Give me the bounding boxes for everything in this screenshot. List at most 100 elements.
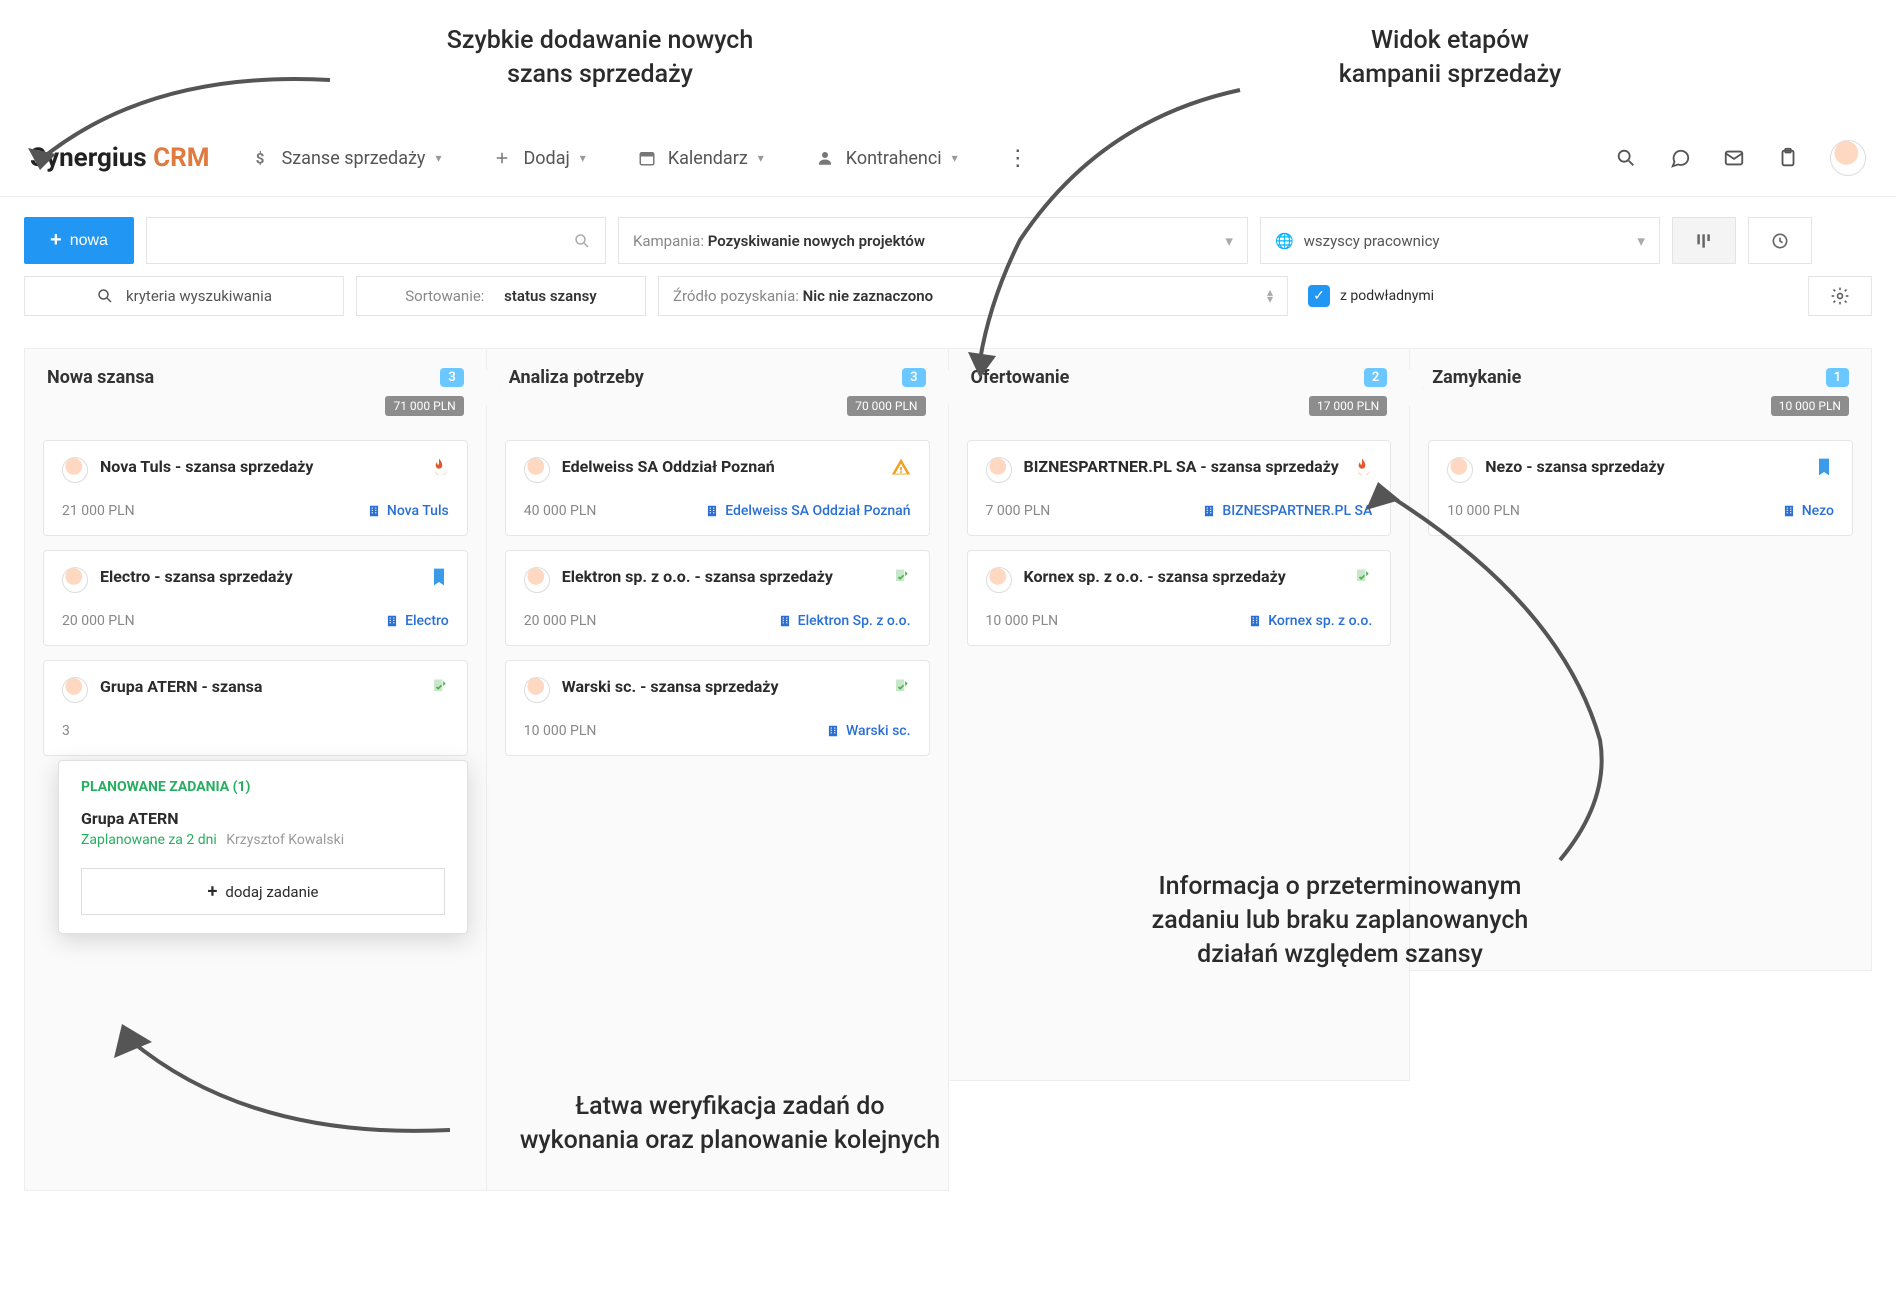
nav-label: Szanse sprzedaży [282, 148, 426, 169]
subordinates-checkbox[interactable]: ✓ z podwładnymi [1300, 276, 1442, 316]
opportunity-card[interactable]: Elektron sp. z o.o. - szansa sprzedaży 2… [505, 550, 930, 646]
popover-who: Krzysztof Kowalski [226, 832, 344, 848]
opportunity-card[interactable]: Warski sc. - szansa sprzedaży 10 000 PLN… [505, 660, 930, 756]
column-cards: Nova Tuls - szansa sprzedaży 21 000 PLN … [25, 426, 486, 770]
nav-calendar[interactable]: Kalendarz ▾ [636, 147, 764, 169]
fire-icon [429, 457, 449, 477]
fire-icon [1352, 457, 1372, 477]
column-header: Ofertowanie 2 17 000 PLN [949, 349, 1410, 426]
card-company-link[interactable]: BIZNESPARTNER.PL SA [1202, 503, 1372, 519]
card-value: 40 000 PLN [524, 503, 597, 519]
logo-suffix: CRM [153, 143, 209, 173]
popover-subtitle: Zaplanowane za 2 dni Krzysztof Kowalski [81, 832, 445, 848]
column-header: Zamykanie 1 10 000 PLN [1410, 349, 1871, 426]
opportunity-card[interactable]: Nova Tuls - szansa sprzedaży 21 000 PLN … [43, 440, 468, 536]
updown-icon: ▴▾ [1267, 289, 1273, 303]
clipboard-icon[interactable] [1776, 146, 1800, 170]
opportunity-card[interactable]: Grupa ATERN - szansa 3 [43, 660, 468, 756]
opportunity-card[interactable]: Kornex sp. z o.o. - szansa sprzedaży 10 … [967, 550, 1392, 646]
card-company-link[interactable]: Warski sc. [826, 723, 911, 739]
search-icon [573, 232, 591, 250]
column-cards: Nezo - szansa sprzedaży 10 000 PLN Nezo [1410, 426, 1871, 550]
card-value: 20 000 PLN [62, 613, 135, 629]
criteria-button[interactable]: kryteria wyszukiwania [24, 276, 344, 316]
card-company-link[interactable]: Nezo [1782, 503, 1834, 519]
card-title: BIZNESPARTNER.PL SA - szansa sprzedaży [1024, 457, 1341, 478]
chat-icon[interactable] [1668, 146, 1692, 170]
mail-icon[interactable] [1722, 146, 1746, 170]
logo-name: Synergius [30, 143, 147, 173]
card-value: 3 [62, 723, 70, 739]
card-company-link[interactable]: Kornex sp. z o.o. [1248, 613, 1372, 629]
card-title: Nova Tuls - szansa sprzedaży [100, 457, 417, 478]
card-value: 10 000 PLN [1447, 503, 1520, 519]
column-title: Zamykanie [1432, 367, 1521, 388]
more-menu[interactable]: ⋮ [1008, 143, 1028, 173]
card-value: 21 000 PLN [62, 503, 135, 519]
source-select[interactable]: Źródło pozyskania: Nic nie zaznaczono ▴▾ [658, 276, 1288, 316]
ok-icon [429, 677, 449, 697]
card-company-link[interactable]: Elektron Sp. z o.o. [778, 613, 911, 629]
card-value: 20 000 PLN [524, 613, 597, 629]
card-title: Elektron sp. z o.o. - szansa sprzedaży [562, 567, 879, 588]
card-title: Kornex sp. z o.o. - szansa sprzedaży [1024, 567, 1341, 588]
main-nav: $ Szanse sprzedaży ▾ Dodaj ▾ Kalendarz ▾… [250, 143, 1574, 173]
card-title: Nezo - szansa sprzedaży [1485, 457, 1802, 478]
search-icon[interactable] [1614, 146, 1638, 170]
opportunity-card[interactable]: Edelweiss SA Oddział Poznań 40 000 PLN E… [505, 440, 930, 536]
history-view-button[interactable] [1748, 217, 1812, 264]
employee-select[interactable]: 🌐wszyscy pracownicy ▾ [1260, 217, 1660, 264]
card-avatar [524, 567, 550, 593]
kanban-column: Analiza potrzeby 3 70 000 PLN Edelweiss … [486, 348, 949, 1191]
ok-icon [891, 567, 911, 587]
user-avatar[interactable] [1830, 140, 1866, 176]
field-label: Źródło pozyskania: [673, 287, 799, 305]
card-company-link[interactable]: Electro [385, 613, 449, 629]
search-icon [96, 287, 114, 305]
nav-contractors[interactable]: Kontrahenci ▾ [814, 147, 958, 169]
popover-header: PLANOWANE ZADANIA (1) [81, 779, 445, 795]
card-avatar [1447, 457, 1473, 483]
add-task-button[interactable]: dodaj zadanie [81, 868, 445, 915]
kanban-view-button[interactable] [1672, 217, 1736, 264]
field-value: wszyscy pracownicy [1304, 232, 1440, 250]
search-input[interactable] [146, 217, 606, 264]
globe-icon: 🌐 [1275, 232, 1294, 250]
card-value: 10 000 PLN [986, 613, 1059, 629]
card-title: Electro - szansa sprzedaży [100, 567, 417, 588]
popover-when: Zaplanowane za 2 dni [81, 832, 217, 848]
column-count-badge: 3 [902, 368, 925, 387]
card-avatar [986, 457, 1012, 483]
opportunity-card[interactable]: Electro - szansa sprzedaży 20 000 PLN El… [43, 550, 468, 646]
column-title: Analiza potrzeby [509, 367, 644, 388]
column-cards: Edelweiss SA Oddział Poznań 40 000 PLN E… [487, 426, 948, 770]
sort-select[interactable]: Sortowanie: status szansy [356, 276, 646, 316]
logo: Synergius CRM [30, 143, 210, 173]
column-sum-badge: 71 000 PLN [385, 396, 463, 416]
chevron-down-icon: ▾ [952, 151, 958, 165]
nav-sales[interactable]: $ Szanse sprzedaży ▾ [250, 147, 442, 169]
annotation-overdue: Informacja o przeterminowanym zadaniu lu… [1020, 870, 1660, 971]
column-count-badge: 1 [1826, 368, 1849, 387]
card-avatar [986, 567, 1012, 593]
card-title: Warski sc. - szansa sprzedaży [562, 677, 879, 698]
opportunity-card[interactable]: BIZNESPARTNER.PL SA - szansa sprzedaży 7… [967, 440, 1392, 536]
card-avatar [62, 677, 88, 703]
column-sum-badge: 17 000 PLN [1309, 396, 1387, 416]
opportunity-card[interactable]: Nezo - szansa sprzedaży 10 000 PLN Nezo [1428, 440, 1853, 536]
warn-icon [891, 457, 911, 477]
card-company-link[interactable]: Edelweiss SA Oddział Poznań [705, 503, 910, 519]
new-opportunity-button[interactable]: nowa [24, 217, 134, 264]
chevron-down-icon: ▾ [758, 151, 764, 165]
nav-label: Kontrahenci [846, 148, 942, 169]
annotation-tasks: Łatwa weryfikacja zadań do wykonania ora… [420, 1090, 1040, 1158]
column-sum-badge: 70 000 PLN [847, 396, 925, 416]
checkbox-checked-icon: ✓ [1308, 285, 1330, 307]
chevron-down-icon: ▾ [1225, 232, 1233, 250]
card-company-link[interactable]: Nova Tuls [367, 503, 449, 519]
column-count-badge: 2 [1364, 368, 1387, 387]
nav-add[interactable]: Dodaj ▾ [491, 147, 585, 169]
column-sum-badge: 10 000 PLN [1771, 396, 1849, 416]
settings-button[interactable] [1808, 276, 1872, 316]
campaign-select[interactable]: Kampania: Pozyskiwanie nowych projektów … [618, 217, 1248, 264]
